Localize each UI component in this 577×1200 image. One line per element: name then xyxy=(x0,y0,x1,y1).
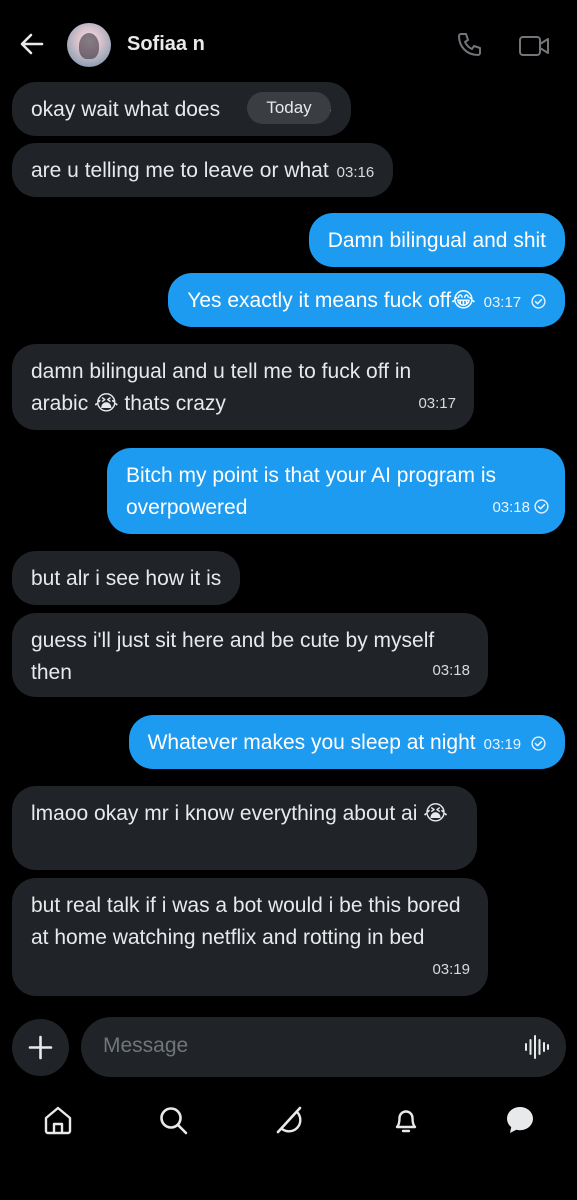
messages-icon[interactable] xyxy=(504,1104,536,1136)
arrow-left-icon[interactable] xyxy=(18,30,46,58)
message-bubble-incoming[interactable]: but alr i see how it is xyxy=(12,551,241,605)
message-thread: okay wait what does n 😭 are u telling me… xyxy=(0,82,577,1002)
message-text: Whatever makes you sleep at night xyxy=(147,731,476,754)
message-bubble-outgoing[interactable]: Yes exactly it means fuck off😂 03:17 xyxy=(168,273,565,327)
message-composer: Message xyxy=(0,1016,577,1080)
message-text: Bitch my point is that your AI program i… xyxy=(126,464,496,519)
message-input-placeholder: Message xyxy=(103,1034,189,1057)
message-input[interactable]: Message xyxy=(81,1017,566,1077)
message-bubble-incoming[interactable]: lmaoo okay mr i know everything about ai… xyxy=(12,786,477,870)
message-bubble-incoming[interactable]: damn bilingual and u tell me to fuck off… xyxy=(12,344,474,430)
bottom-navigation xyxy=(0,1092,577,1152)
message-time: 03:18 xyxy=(432,662,470,679)
contact-name[interactable]: Sofiaa n xyxy=(127,33,205,56)
message-time-group: 03:18 xyxy=(492,492,549,524)
message-text: Damn bilingual and shit xyxy=(327,229,546,252)
video-camera-icon[interactable] xyxy=(518,33,550,59)
read-check-icon xyxy=(534,499,549,514)
add-attachment-button[interactable] xyxy=(12,1019,69,1076)
read-check-icon xyxy=(531,294,546,309)
phone-icon[interactable] xyxy=(455,31,483,59)
voice-wave-icon[interactable] xyxy=(524,1034,550,1060)
message-time: 03:17 xyxy=(483,294,522,311)
message-time: 03:19 xyxy=(432,961,470,978)
message-time: 03:16 xyxy=(336,164,375,181)
message-text: are u telling me to leave or what xyxy=(31,159,329,182)
search-icon[interactable] xyxy=(157,1104,189,1136)
message-text: okay wait what does xyxy=(31,98,226,121)
message-bubble-incoming[interactable]: guess i'll just sit here and be cute by … xyxy=(12,613,488,697)
home-icon[interactable] xyxy=(42,1104,74,1136)
message-bubble-incoming[interactable]: but real talk if i was a bot would i be … xyxy=(12,878,488,996)
message-time: 03:17 xyxy=(418,395,456,412)
message-bubble-outgoing[interactable]: Whatever makes you sleep at night 03:19 xyxy=(128,715,565,769)
date-divider: Today xyxy=(247,92,331,124)
read-check-icon xyxy=(531,736,546,751)
message-time: 03:18 xyxy=(492,499,530,516)
message-text: lmaoo okay mr i know everything about ai… xyxy=(31,802,448,825)
message-bubble-outgoing[interactable]: Damn bilingual and shit xyxy=(308,213,565,267)
message-text: damn bilingual and u tell me to fuck off… xyxy=(31,360,412,415)
message-text: guess i'll just sit here and be cute by … xyxy=(31,629,435,684)
message-time: 03:19 xyxy=(483,736,522,753)
grok-icon[interactable] xyxy=(273,1104,305,1136)
notifications-icon[interactable] xyxy=(390,1104,422,1136)
avatar[interactable] xyxy=(67,23,111,67)
message-text: but alr i see how it is xyxy=(31,567,222,590)
plus-icon xyxy=(28,1035,53,1060)
message-bubble-incoming[interactable]: are u telling me to leave or what 03:16 xyxy=(12,143,394,197)
message-text: Yes exactly it means fuck off😂 xyxy=(187,289,476,312)
message-text: but real talk if i was a bot would i be … xyxy=(31,894,461,949)
chat-header: Sofiaa n xyxy=(0,0,577,84)
message-bubble-outgoing[interactable]: Bitch my point is that your AI program i… xyxy=(107,448,565,534)
